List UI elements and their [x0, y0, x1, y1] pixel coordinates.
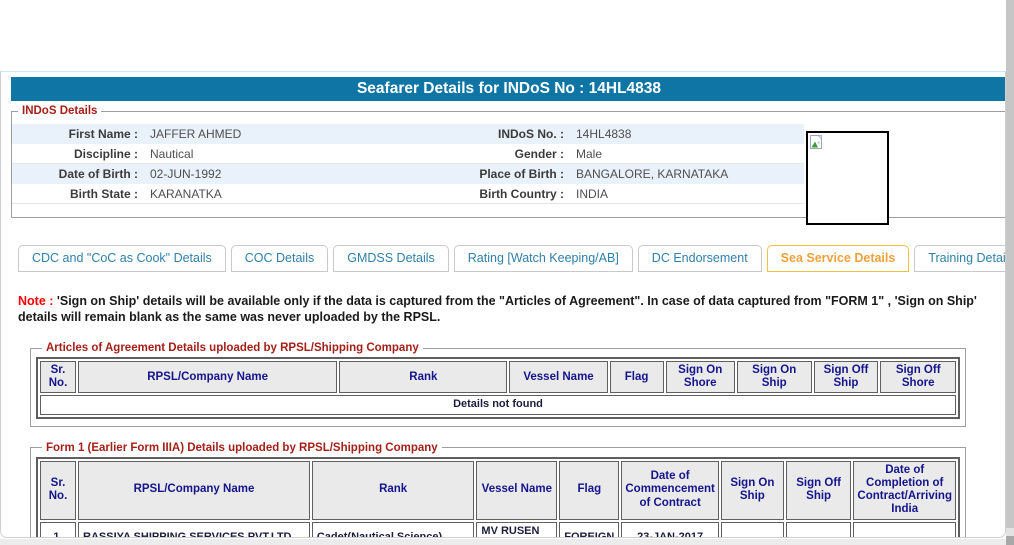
column-header: Sign On Ship — [736, 361, 812, 394]
form1-legend: Form 1 (Earlier Form IIIA) Details uploa… — [46, 441, 438, 454]
articles-of-agreement-table: Sr. No. RPSL/Company Name Rank Vessel Na… — [36, 357, 960, 419]
field-label: INDoS No. : — [498, 127, 564, 141]
vertical-scrollbar-thumb[interactable] — [1006, 0, 1014, 528]
field-value: 14HL4838 — [576, 127, 632, 141]
indos-details-fieldset: INDoS Details First Name : JAFFER AHMED … — [11, 105, 1005, 225]
seafarer-photo-placeholder — [806, 131, 889, 225]
field-label: Gender : — [514, 147, 564, 161]
cell-sign-off-ship — [785, 521, 852, 537]
indos-row: Birth State : KARANATKA Birth Country : … — [12, 184, 804, 204]
cell-commencement-date: 23-JAN-2017 — [621, 521, 719, 537]
column-header: Date of Completion of Contract/Arriving … — [853, 460, 956, 520]
indos-row: First Name : JAFFER AHMED INDoS No. : 14… — [12, 124, 804, 144]
indos-details-legend: INDoS Details — [22, 105, 98, 117]
indos-row: Discipline : Nautical Gender : Male — [12, 144, 804, 164]
cell-company-name: RASSIYA SHIPPING SERVICES PVT.LTD. — [78, 521, 310, 537]
column-header: Sign Off Ship — [785, 460, 852, 520]
column-header: Flag — [559, 460, 620, 520]
field-label: Birth State : — [69, 187, 138, 201]
articles-of-agreement-fieldset: Articles of Agreement Details uploaded b… — [30, 342, 966, 427]
indos-row: Date of Birth : 02-JUN-1992 Place of Bir… — [12, 164, 804, 184]
column-header: Sign Off Ship — [813, 361, 879, 394]
broken-image-icon — [810, 135, 822, 149]
field-value: INDIA — [576, 187, 609, 201]
column-header: RPSL/Company Name — [78, 361, 338, 394]
note-text: 'Sign on Ship' details will be available… — [18, 294, 977, 324]
details-tabs: CDC and "CoC as Cook" Details COC Detail… — [18, 245, 1005, 272]
column-header: Sr. No. — [40, 460, 77, 520]
field-value: JAFFER AHMED — [150, 127, 242, 141]
content-panel: Seafarer Details for INDoS No : 14HL4838… — [0, 71, 1006, 538]
note-prefix: Note : — [18, 294, 54, 308]
cell-flag: FOREIGN — [559, 521, 620, 537]
column-header: Vessel Name — [476, 460, 558, 520]
page-title: Seafarer Details for INDoS No : 14HL4838 — [11, 77, 1005, 101]
field-label: Date of Birth : — [58, 167, 138, 181]
tab-coc-details[interactable]: COC Details — [230, 245, 329, 272]
form1-table: Sr. No. RPSL/Company Name Rank Vessel Na… — [36, 456, 960, 537]
column-header: Vessel Name — [509, 361, 608, 394]
cell-sr-no: 1. — [40, 521, 77, 537]
cell-rank: Cadet(Nautical Science) — [311, 521, 475, 537]
table-header-row: Sr. No. RPSL/Company Name Rank Vessel Na… — [40, 361, 956, 394]
tab-gmdss-details[interactable]: GMDSS Details — [333, 245, 449, 272]
page-background-strip — [0, 539, 1006, 545]
field-label: Birth Country : — [479, 187, 564, 201]
field-value: Nautical — [150, 147, 194, 161]
sign-on-ship-note: Note : 'Sign on Ship' details will be av… — [18, 293, 989, 325]
column-header: Sign Off Shore — [880, 361, 956, 394]
tab-sea-service-details[interactable]: Sea Service Details — [766, 245, 910, 272]
field-value: BANGALORE, KARNATAKA — [576, 167, 729, 181]
column-header: Rank — [311, 460, 475, 520]
cell-completion-date — [853, 521, 956, 537]
field-value: Male — [576, 147, 603, 161]
table-row: 1. RASSIYA SHIPPING SERVICES PVT.LTD. Ca… — [40, 521, 956, 537]
column-header: RPSL/Company Name — [78, 460, 310, 520]
column-header: Sr. No. — [40, 361, 76, 394]
articles-of-agreement-legend: Articles of Agreement Details uploaded b… — [46, 342, 419, 354]
column-header: Date of Commencement of Contract — [621, 460, 719, 520]
indos-details-grid: First Name : JAFFER AHMED INDoS No. : 14… — [12, 124, 804, 204]
table-row: Details not found — [40, 395, 956, 415]
tab-training-details[interactable]: Training Details — [914, 245, 1005, 272]
vertical-scrollbar-corner — [1006, 536, 1014, 545]
cell-sign-on-ship — [720, 521, 784, 537]
form1-fieldset: Form 1 (Earlier Form IIIA) Details uploa… — [30, 441, 966, 537]
column-header: Sign On Ship — [720, 460, 784, 520]
details-not-found-message: Details not found — [40, 395, 956, 415]
field-value: KARANATKA — [150, 187, 222, 201]
cell-vessel-name: MV RUSEN METE — [476, 521, 558, 537]
column-header: Sign On Shore — [665, 361, 735, 394]
column-header: Rank — [339, 361, 508, 394]
table-header-row: Sr. No. RPSL/Company Name Rank Vessel Na… — [40, 460, 956, 520]
tab-cdc-coc-cook-details[interactable]: CDC and "CoC as Cook" Details — [18, 245, 226, 272]
tab-dc-endorsement[interactable]: DC Endorsement — [637, 245, 762, 272]
vertical-scrollbar[interactable] — [1006, 0, 1014, 545]
field-label: First Name : — [68, 127, 138, 141]
field-label: Discipline : — [73, 147, 138, 161]
column-header: Flag — [609, 361, 664, 394]
field-value: 02-JUN-1992 — [150, 167, 222, 181]
field-label: Place of Birth : — [479, 167, 564, 181]
tab-rating-watch-keeping-ab[interactable]: Rating [Watch Keeping/AB] — [453, 245, 633, 272]
